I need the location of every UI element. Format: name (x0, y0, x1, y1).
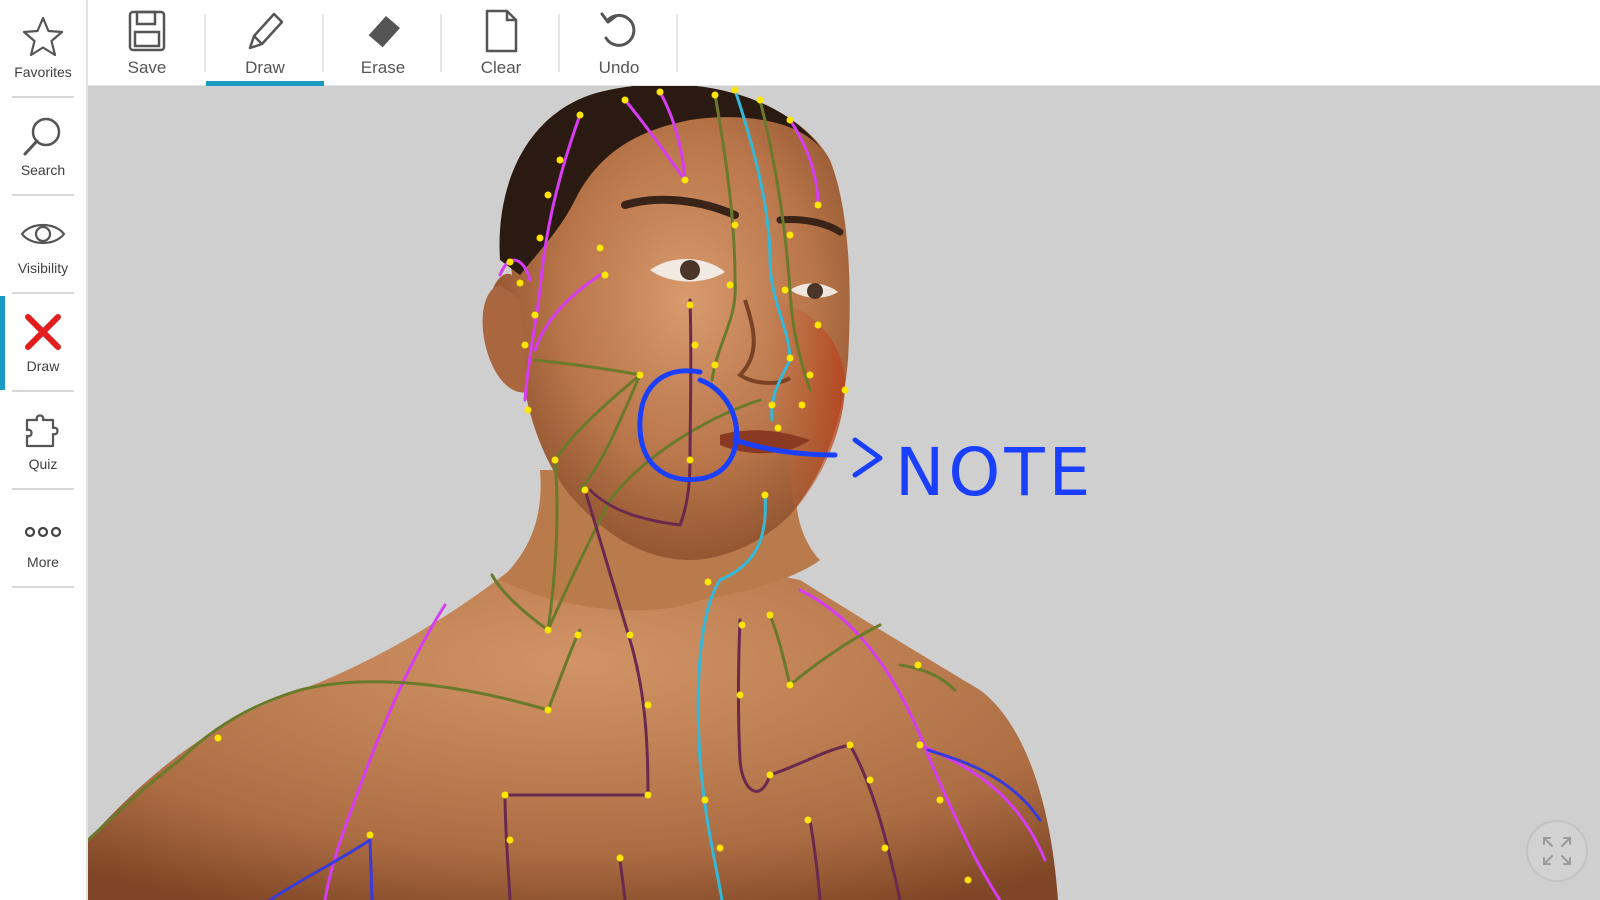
pencil-icon (248, 12, 284, 50)
eye-icon (20, 223, 66, 245)
floppy-disk-icon (128, 10, 166, 52)
blank-page-icon (485, 9, 518, 53)
sidebar-item-label: Search (20, 162, 66, 178)
puzzle-icon (25, 414, 59, 448)
drawing-text: NOTE (895, 434, 1094, 511)
star-icon (22, 16, 64, 57)
erase-button[interactable]: Erase (324, 0, 442, 86)
sidebar-item-search[interactable]: Search (0, 98, 86, 196)
close-icon (25, 314, 61, 350)
sidebar-item-favorites[interactable]: Favorites (0, 0, 86, 98)
undo-button[interactable]: Undo (560, 0, 678, 86)
save-button[interactable]: Save (88, 0, 206, 86)
active-sidebar-indicator (0, 296, 5, 390)
draw-button-label: Draw (245, 58, 285, 77)
undo-button-label: Undo (598, 58, 640, 77)
model-viewport[interactable]: NOTE (88, 86, 1600, 900)
clear-button[interactable]: Clear (442, 0, 560, 86)
undo-icon (600, 12, 636, 47)
more-icon (24, 526, 62, 538)
clear-button-label: Clear (480, 58, 522, 77)
sidebar-item-quiz[interactable]: Quiz (0, 392, 86, 490)
expand-arrows-icon (1543, 837, 1571, 865)
left-sidebar: Favorites Search Visibility Draw Quiz Mo… (0, 0, 88, 900)
sidebar-item-label: More (27, 554, 59, 570)
eraser-icon (367, 16, 400, 49)
sidebar-item-label: Favorites (14, 64, 72, 80)
sidebar-item-label: Visibility (17, 260, 69, 276)
model-torso (88, 560, 1058, 900)
erase-button-label: Erase (360, 58, 406, 77)
sidebar-item-draw[interactable]: Draw (0, 294, 86, 392)
fullscreen-button[interactable] (1526, 820, 1588, 882)
top-toolbar: Save Draw Erase Clear Undo (88, 0, 1600, 86)
sidebar-item-visibility[interactable]: Visibility (0, 196, 86, 294)
sidebar-item-label: Draw (26, 358, 60, 374)
sidebar-item-more[interactable]: More (0, 490, 86, 588)
draw-button[interactable]: Draw (206, 0, 324, 86)
active-tool-indicator (206, 81, 324, 86)
sidebar-item-label: Quiz (28, 456, 58, 472)
search-icon (23, 117, 61, 156)
anatomy-model-scene[interactable]: NOTE (88, 86, 1600, 900)
save-button-label: Save (127, 58, 167, 77)
